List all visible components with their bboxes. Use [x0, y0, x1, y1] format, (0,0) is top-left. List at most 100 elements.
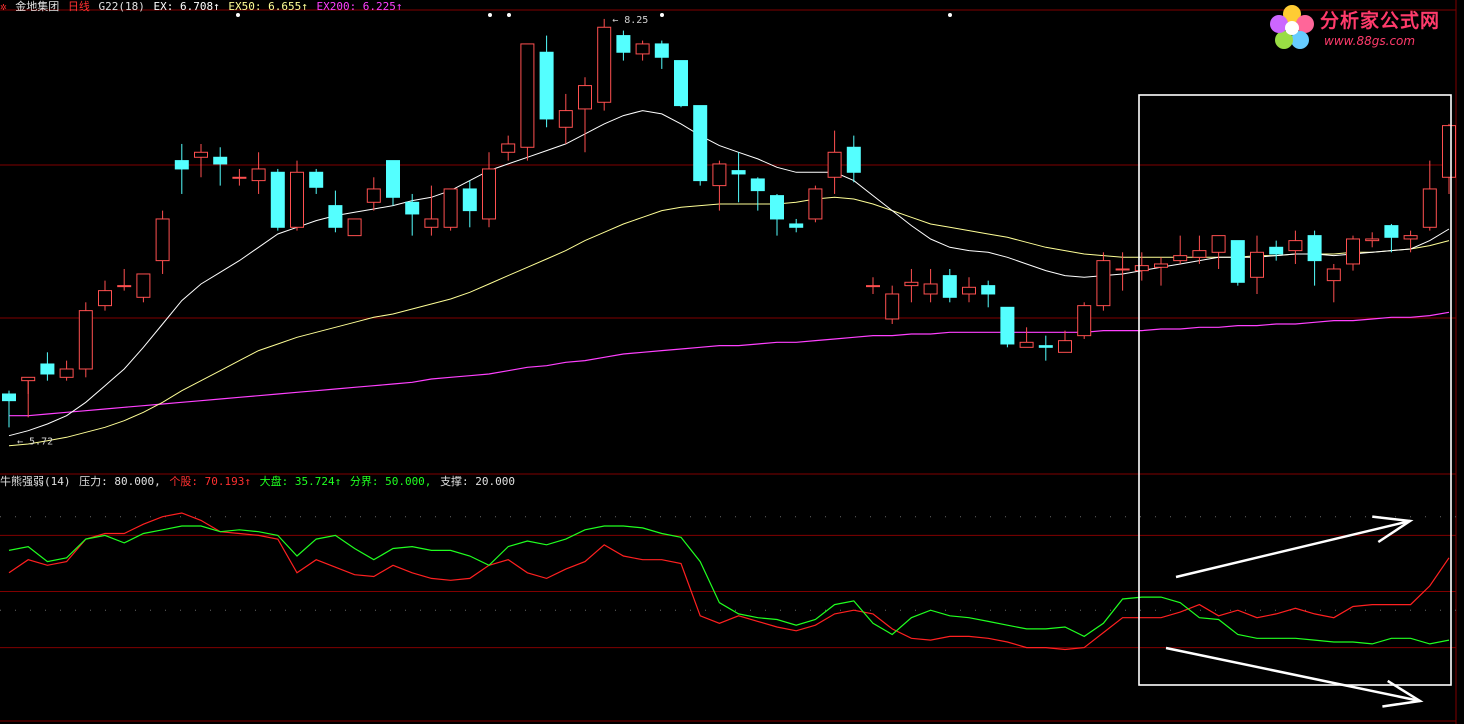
down-candle — [1269, 240, 1284, 261]
up-candle — [117, 268, 132, 291]
price-extreme-label: ← 5.72 — [17, 437, 53, 448]
candle-body — [808, 188, 823, 220]
candle-body — [405, 201, 420, 215]
candle-body — [1365, 238, 1380, 242]
candle-body — [1173, 255, 1188, 262]
candle-body — [750, 178, 765, 192]
down-candle — [846, 135, 861, 183]
support-value: 支撑: 20.000 — [440, 475, 516, 488]
candle-body — [885, 293, 900, 320]
down-candle — [789, 218, 804, 233]
down-candle — [462, 180, 477, 228]
candle-body — [386, 160, 400, 198]
ex200-value: EX200: 6.225↑ — [316, 0, 403, 13]
up-candle — [78, 302, 93, 378]
stock-name: 金地集团 — [15, 0, 60, 13]
candle-body — [59, 368, 74, 378]
down-candle — [270, 168, 285, 231]
up-candle — [347, 218, 362, 237]
ex-value: EX: 6.708↑ — [153, 0, 220, 13]
up-candle — [597, 18, 612, 111]
down-candle — [1384, 223, 1399, 253]
logo-url: www.88gs.com — [1324, 34, 1416, 48]
up-candle — [520, 43, 535, 161]
candle-body — [942, 275, 957, 298]
candle-body — [78, 310, 93, 370]
candle-body — [962, 286, 976, 295]
up-candle — [443, 188, 458, 231]
up-candle — [1077, 302, 1092, 339]
down-trend-arrow — [1165, 646, 1424, 708]
candle-body — [1250, 251, 1264, 278]
signal-marker-icon — [948, 13, 952, 17]
up-candle — [251, 152, 266, 194]
up-candle — [1250, 235, 1264, 294]
candle-body — [117, 285, 132, 288]
candle-body — [1115, 268, 1130, 271]
up-candle — [1211, 235, 1226, 269]
arrow-shaft — [1165, 646, 1421, 703]
stock-strength-line — [8, 512, 1450, 651]
up-candle — [290, 160, 304, 231]
up-candle — [232, 168, 247, 186]
candle-body — [1096, 260, 1111, 307]
candle-body — [923, 283, 938, 295]
candle-body — [194, 151, 208, 158]
up-candle — [155, 210, 170, 274]
candle-body — [597, 26, 612, 103]
up-candle — [1288, 230, 1303, 264]
annotations: ← 8.25 ← 5.72 — [17, 13, 1452, 708]
down-candle — [213, 147, 228, 186]
candle-body — [635, 43, 650, 55]
candle-body — [866, 285, 880, 288]
down-candle — [770, 193, 784, 236]
up-candle — [885, 285, 900, 324]
up-candle — [1096, 252, 1111, 311]
down-candle — [309, 168, 324, 194]
market-strength-line — [8, 525, 1450, 645]
up-candle — [635, 40, 650, 61]
candle-body — [1019, 341, 1034, 348]
up-candle — [98, 280, 112, 311]
down-candle — [942, 268, 957, 303]
candle-body — [482, 168, 496, 220]
up-candle — [1019, 327, 1034, 348]
candle-body — [1077, 305, 1092, 337]
candle-body — [1326, 268, 1341, 282]
up-candle — [827, 130, 842, 194]
stock-chart[interactable]: ← 8.25 ← 5.72 — [0, 0, 1464, 724]
stock-line-value: 个股: 70.193↑ — [169, 475, 251, 488]
down-candle — [386, 160, 400, 206]
candle-body — [1269, 246, 1284, 255]
down-candle — [731, 152, 746, 203]
candle-body — [251, 168, 266, 182]
grid-lines — [0, 0, 1457, 724]
down-candle — [1307, 230, 1322, 286]
site-logo: 分析家公式网 www.88gs.com — [1266, 2, 1456, 54]
candle-body — [174, 160, 189, 170]
down-candle — [328, 190, 343, 233]
down-candle — [1230, 240, 1245, 286]
candle-body — [1038, 345, 1053, 348]
period-label: 日线 — [67, 0, 90, 13]
candle-body — [347, 218, 362, 237]
up-candle — [1173, 235, 1188, 264]
candle-body — [1384, 225, 1399, 238]
candle-body — [1058, 340, 1072, 353]
up-candle — [136, 273, 151, 303]
down-candle — [750, 177, 765, 211]
candle-body — [1134, 265, 1149, 272]
price-extreme-label: ← 8.25 — [612, 15, 648, 26]
oscillator-panel — [8, 512, 1450, 651]
up-candle — [923, 268, 938, 303]
oscillator-header: 牛熊强弱(14) 压力: 80.000, 个股: 70.193↑ 大盘: 35.… — [0, 475, 517, 489]
down-candle — [654, 40, 669, 69]
up-candle — [1442, 123, 1456, 194]
candle-body — [98, 290, 112, 307]
up-candle — [1058, 330, 1072, 353]
up-candle — [904, 268, 919, 303]
candle-body — [443, 188, 458, 228]
candle-body — [213, 156, 228, 165]
up-candle — [1134, 252, 1149, 281]
candle-body — [981, 285, 996, 295]
